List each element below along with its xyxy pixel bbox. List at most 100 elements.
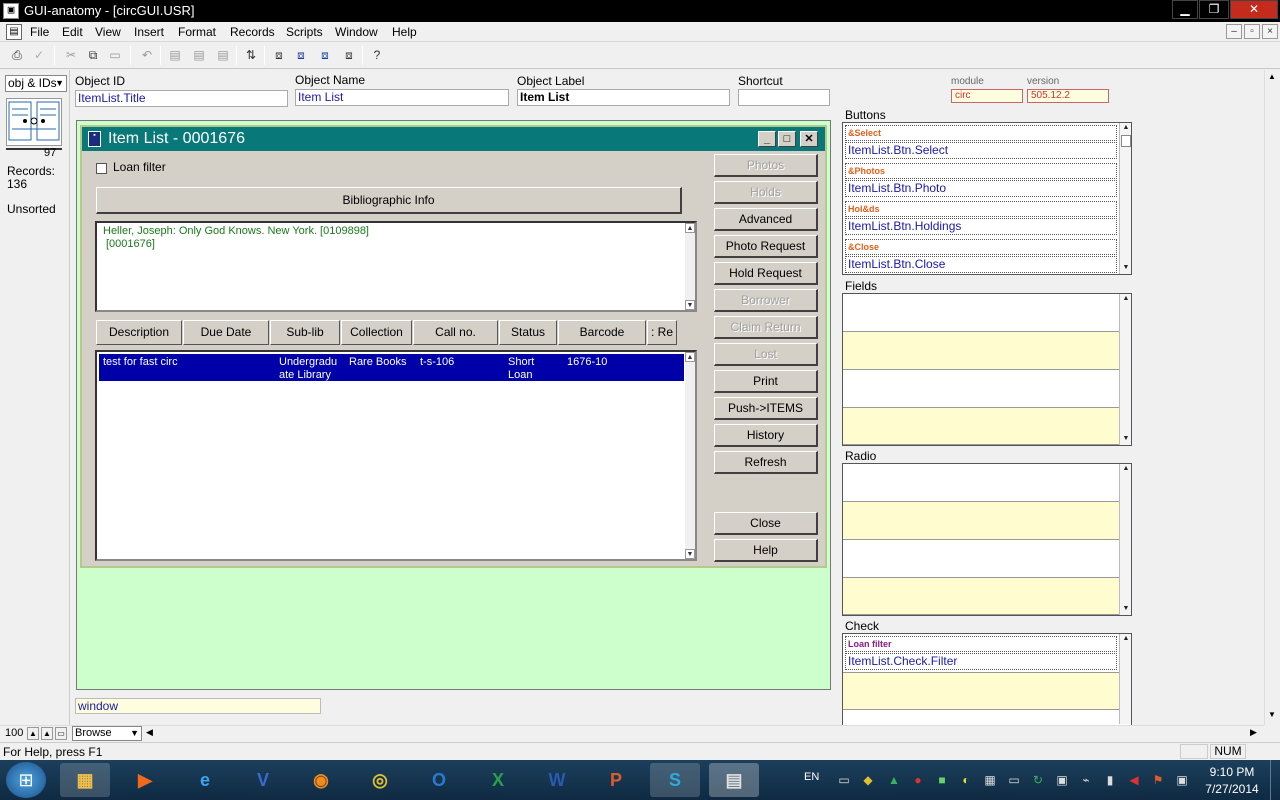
shortcut-field[interactable]: [738, 89, 830, 106]
window-field[interactable]: window: [75, 698, 321, 714]
column-description[interactable]: Description: [96, 320, 182, 345]
buttons-list[interactable]: &Select ItemList.Btn.Select &Photos Item…: [842, 122, 1132, 275]
scroll-up-icon[interactable]: ▲: [1121, 464, 1131, 474]
display-icon[interactable]: ▭: [1006, 772, 1022, 788]
push-items-button[interactable]: Push->ITEMS: [714, 397, 818, 420]
scroll-down-icon[interactable]: ▼: [685, 300, 695, 310]
network-drive-icon[interactable]: ▦: [982, 772, 998, 788]
lost-button[interactable]: Lost: [714, 343, 818, 366]
show-desktop-button[interactable]: [1270, 760, 1280, 800]
delete-record-icon[interactable]: ▤: [214, 46, 232, 64]
bibliographic-info-button[interactable]: Bibliographic Info: [96, 187, 682, 214]
shield-icon[interactable]: ◆: [860, 772, 876, 788]
scroll-up-icon[interactable]: ▲: [685, 223, 695, 233]
mode-selector[interactable]: Browse ▼: [72, 726, 142, 741]
check-list[interactable]: Loan filter ItemList.Check.Filter ▲: [842, 633, 1132, 725]
list-item[interactable]: [843, 408, 1119, 445]
firefox-icon[interactable]: ◉: [296, 763, 346, 797]
buttons-scrollbar[interactable]: ▲ ▼: [1119, 123, 1131, 274]
help-icon[interactable]: ?: [368, 46, 386, 64]
chat-icon[interactable]: ■: [934, 772, 950, 788]
borrower-button[interactable]: Borrower: [714, 289, 818, 312]
items-scrollbar[interactable]: ▲ ▼: [685, 352, 695, 559]
restore-button[interactable]: ❐: [1199, 0, 1229, 19]
hold-request-button[interactable]: Hold Request: [714, 262, 818, 285]
version-field[interactable]: 505.12.2: [1027, 89, 1109, 103]
find-all-icon[interactable]: ⧈: [292, 46, 310, 64]
language-indicator[interactable]: EN: [804, 771, 819, 783]
loan-filter-checkbox[interactable]: [96, 163, 107, 174]
copy-icon[interactable]: ⧉: [84, 46, 102, 64]
sort-icon[interactable]: ⇅: [242, 46, 260, 64]
layout-selector[interactable]: obj & IDs ▼: [5, 75, 67, 92]
outlook-icon[interactable]: O: [414, 763, 464, 797]
skype-icon[interactable]: S: [650, 763, 700, 797]
status-toggle-icon[interactable]: ▭: [55, 727, 67, 740]
photo-request-button[interactable]: Photo Request: [714, 235, 818, 258]
scroll-up-icon[interactable]: ▲: [685, 352, 695, 362]
zoom-level[interactable]: 100: [5, 727, 23, 739]
menu-scripts[interactable]: Scripts: [286, 25, 323, 39]
gui-anatomy-taskbar-icon[interactable]: ▤: [709, 763, 759, 797]
bib-text-area[interactable]: Heller, Joseph: Only God Knows. New York…: [95, 221, 697, 312]
mdi-restore-button[interactable]: ▫: [1244, 24, 1260, 39]
holds-button[interactable]: Holds: [714, 181, 818, 204]
button-id-close[interactable]: ItemList.Btn.Close: [845, 256, 1117, 273]
fields-list[interactable]: ▲ ▼: [842, 293, 1132, 446]
column-collection[interactable]: Collection: [341, 320, 412, 345]
column-due-date[interactable]: Due Date: [183, 320, 269, 345]
scroll-thumb[interactable]: [1121, 135, 1131, 147]
flag-icon[interactable]: ⚑: [1150, 772, 1166, 788]
mdi-minimize-button[interactable]: –: [1226, 24, 1242, 39]
file-explorer-icon[interactable]: ▦: [60, 763, 110, 797]
menu-records[interactable]: Records: [230, 25, 275, 39]
scroll-up-icon[interactable]: ▲: [1268, 72, 1276, 81]
app-icon[interactable]: ▣: [3, 3, 19, 19]
refind-icon[interactable]: ⧈: [316, 46, 334, 64]
word-icon[interactable]: W: [532, 763, 582, 797]
photos-button[interactable]: Photos: [714, 154, 818, 177]
network-icon[interactable]: ▣: [1174, 772, 1190, 788]
object-name-field[interactable]: Item List: [295, 89, 509, 106]
signal-icon[interactable]: ▮: [1102, 772, 1118, 788]
cut-icon[interactable]: ✂: [62, 46, 80, 64]
volume-icon[interactable]: ◀: [1126, 772, 1142, 788]
mdi-close-button[interactable]: ×: [1262, 24, 1278, 39]
spellcheck-icon[interactable]: ✓: [30, 46, 48, 64]
scroll-down-icon[interactable]: ▼: [1121, 604, 1131, 614]
omit-icon[interactable]: ⧈: [340, 46, 358, 64]
menu-insert[interactable]: Insert: [134, 25, 164, 39]
list-item[interactable]: [843, 578, 1119, 615]
document-icon[interactable]: ▤: [6, 24, 22, 40]
column-call-no[interactable]: Call no.: [413, 320, 498, 345]
scroll-left-icon[interactable]: ◀: [146, 727, 153, 738]
inner-close-button[interactable]: ✕: [800, 131, 818, 147]
scroll-right-icon[interactable]: ▶: [1250, 727, 1257, 738]
print-button[interactable]: Print: [714, 370, 818, 393]
column-status[interactable]: Status: [499, 320, 557, 345]
scroll-up-icon[interactable]: ▲: [1121, 634, 1131, 644]
print-icon[interactable]: ⎙: [8, 46, 26, 64]
security-icon[interactable]: ●: [910, 772, 926, 788]
button-id-holdings[interactable]: ItemList.Btn.Holdings: [845, 218, 1117, 235]
column-barcode[interactable]: Barcode: [558, 320, 646, 345]
advanced-button[interactable]: Advanced: [714, 208, 818, 231]
button-id-select[interactable]: ItemList.Btn.Select: [845, 142, 1117, 159]
close-window-button[interactable]: ✕: [1230, 0, 1278, 19]
menu-edit[interactable]: Edit: [62, 25, 83, 39]
claim-return-button[interactable]: Claim Return: [714, 316, 818, 339]
object-id-field[interactable]: ItemList.Title: [75, 90, 288, 107]
check-scrollbar[interactable]: ▲: [1119, 634, 1131, 724]
radio-scrollbar[interactable]: ▲ ▼: [1119, 464, 1131, 615]
menu-file[interactable]: File: [30, 25, 49, 39]
powerpoint-icon[interactable]: P: [591, 763, 641, 797]
start-button-icon[interactable]: ⊞: [6, 762, 46, 798]
menu-format[interactable]: Format: [178, 25, 216, 39]
menu-help[interactable]: Help: [392, 25, 417, 39]
scroll-down-icon[interactable]: ▼: [1121, 263, 1131, 273]
radio-list[interactable]: ▲ ▼: [842, 463, 1132, 616]
book-icon[interactable]: [6, 98, 62, 146]
zoom-in-icon[interactable]: ▲: [41, 727, 53, 740]
list-item[interactable]: [843, 502, 1119, 540]
history-button[interactable]: History: [714, 424, 818, 447]
